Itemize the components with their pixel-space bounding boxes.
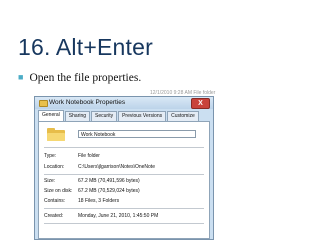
tab-strip: General Sharing Security Previous Versio… bbox=[38, 110, 200, 121]
dialog-titlebar[interactable]: Work Notebook Properties X bbox=[35, 97, 213, 109]
slide-title: 16. Alt+Enter bbox=[18, 34, 153, 60]
general-panel: Work Notebook Type: File folder Location:… bbox=[38, 121, 210, 239]
prop-type: Type: File folder bbox=[44, 153, 100, 159]
properties-dialog: Work Notebook Properties X General Shari… bbox=[34, 96, 214, 240]
bullet-item: ■ Open the file properties. bbox=[18, 72, 141, 84]
folder-icon bbox=[39, 100, 48, 107]
prop-size: Size: 67.2 MB (70,491,596 bytes) bbox=[44, 178, 140, 184]
prop-value: 67.2 MB (70,529,024 bytes) bbox=[78, 188, 140, 194]
tab-security[interactable]: Security bbox=[91, 111, 118, 121]
prop-label: Type: bbox=[44, 153, 57, 159]
divider bbox=[44, 174, 204, 175]
divider bbox=[44, 223, 204, 224]
prop-value: File folder bbox=[78, 153, 100, 159]
tab-general[interactable]: General bbox=[38, 110, 64, 121]
folder-icon bbox=[47, 128, 65, 141]
prop-label: Size: bbox=[44, 178, 56, 184]
prop-value: C:\Users\jlgarrison\Notes\OneNote bbox=[78, 164, 155, 170]
prop-location: Location: C:\Users\jlgarrison\Notes\OneNo… bbox=[44, 164, 155, 170]
dialog-title: Work Notebook Properties bbox=[49, 99, 126, 106]
prop-created: Created: Monday, June 21, 2010, 1:45:50 P… bbox=[44, 213, 158, 219]
prop-contains: Contains: 18 Files, 3 Folders bbox=[44, 198, 119, 204]
prop-value: Monday, June 21, 2010, 1:45:50 PM bbox=[78, 213, 159, 219]
prop-label: Location: bbox=[44, 164, 65, 170]
prop-label: Contains: bbox=[44, 198, 66, 204]
prop-size-on-disk: Size on disk: 67.2 MB (70,529,024 bytes) bbox=[44, 188, 140, 194]
close-icon[interactable]: X bbox=[191, 98, 210, 109]
prop-value: 67.2 MB (70,491,596 bytes) bbox=[78, 178, 140, 184]
divider bbox=[44, 208, 204, 209]
divider bbox=[44, 147, 204, 148]
prop-value: 18 Files, 3 Folders bbox=[78, 198, 120, 204]
tab-customize[interactable]: Customize bbox=[167, 111, 199, 121]
bullet-text: Open the file properties. bbox=[29, 72, 142, 84]
prop-label: Size on disk: bbox=[44, 188, 73, 194]
square-bullet-icon: ■ bbox=[18, 72, 24, 82]
tab-previous-versions[interactable]: Previous Versions bbox=[118, 111, 167, 121]
prop-label: Created: bbox=[44, 213, 64, 219]
tab-sharing[interactable]: Sharing bbox=[64, 111, 91, 121]
folder-name-field[interactable]: Work Notebook bbox=[78, 130, 196, 138]
